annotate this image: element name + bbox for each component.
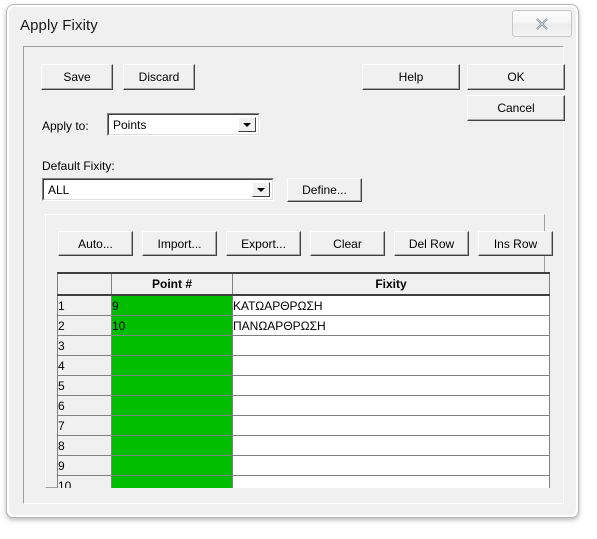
table-row[interactable]: 4 — [57, 355, 550, 376]
del-row-button-label: Del Row — [408, 236, 455, 251]
column-header-rownum[interactable] — [57, 272, 112, 296]
save-button[interactable]: Save — [41, 64, 113, 90]
fixity-cell[interactable] — [232, 395, 550, 416]
fixity-cell[interactable] — [232, 355, 550, 376]
table-row[interactable]: 5 — [57, 375, 550, 396]
point-number-cell[interactable]: 10 — [111, 315, 233, 336]
row-number-cell[interactable]: 4 — [57, 355, 112, 376]
fixity-cell[interactable] — [232, 455, 550, 476]
auto-button[interactable]: Auto... — [58, 231, 133, 256]
row-number-cell[interactable]: 6 — [57, 395, 112, 416]
cancel-button-label: Cancel — [497, 101, 535, 115]
table-row[interactable]: 2 10 ΠΑΝΩΑΡΘΡΩΣΗ — [57, 315, 550, 336]
del-row-button[interactable]: Del Row — [394, 231, 469, 256]
table-row[interactable]: 8 — [57, 435, 550, 456]
fixity-cell[interactable] — [232, 335, 550, 356]
clear-button[interactable]: Clear — [310, 231, 385, 256]
export-button-label: Export... — [241, 236, 286, 251]
help-button-label: Help — [398, 70, 424, 84]
default-fixity-value: ALL — [48, 182, 70, 197]
dialog-client-area: Save Discard Help OK Cancel Apply to: Po… — [23, 46, 565, 504]
fixity-cell[interactable] — [232, 375, 550, 396]
cancel-button[interactable]: Cancel — [467, 95, 565, 121]
window-title: Apply Fixity — [20, 17, 98, 34]
import-button-label: Import... — [157, 236, 202, 251]
define-button[interactable]: Define... — [287, 178, 362, 202]
ok-button[interactable]: OK — [467, 64, 565, 90]
table-row[interactable]: 7 — [57, 415, 550, 436]
point-number-cell[interactable] — [111, 455, 233, 476]
column-header-point[interactable]: Point # — [111, 272, 233, 296]
point-number-cell[interactable] — [111, 355, 233, 376]
auto-button-label: Auto... — [78, 236, 113, 251]
title-bar: Apply Fixity — [7, 5, 580, 45]
point-number-cell[interactable] — [111, 415, 233, 436]
apply-to-value: Points — [113, 117, 147, 132]
define-button-label: Define... — [302, 183, 347, 197]
fixity-cell[interactable]: ΚΑΤΩΑΡΘΡΩΣΗ — [232, 294, 550, 316]
ins-row-button[interactable]: Ins Row — [478, 231, 553, 256]
fixity-cell[interactable] — [232, 435, 550, 456]
clear-button-label: Clear — [333, 236, 362, 251]
default-fixity-label: Default Fixity: — [42, 159, 115, 173]
discard-button[interactable]: Discard — [123, 64, 195, 90]
apply-to-label: Apply to: — [42, 119, 89, 133]
point-number-cell[interactable] — [111, 375, 233, 396]
grid-body: 1 9 ΚΑΤΩΑΡΘΡΩΣΗ 2 10 ΠΑΝΩΑΡΘΡΩΣΗ 3 4 5 6 7 8 9 10 — [57, 294, 550, 488]
apply-to-combo[interactable]: Points — [107, 113, 260, 136]
table-row[interactable]: 9 — [57, 455, 550, 476]
table-row[interactable]: 3 — [57, 335, 550, 356]
row-number-cell[interactable]: 9 — [57, 455, 112, 476]
fixity-grid[interactable]: Point # Fixity 1 9 ΚΑΤΩΑΡΘΡΩΣΗ 2 10 ΠΑΝΩΑΡΘΡΩ… — [57, 272, 550, 488]
row-number-cell[interactable]: 10 — [57, 475, 112, 488]
help-button[interactable]: Help — [362, 64, 460, 90]
row-number-cell[interactable]: 8 — [57, 435, 112, 456]
fixity-cell[interactable]: ΠΑΝΩΑΡΘΡΩΣΗ — [232, 315, 550, 336]
grid-header-row: Point # Fixity — [57, 272, 550, 296]
row-number-cell[interactable]: 7 — [57, 415, 112, 436]
column-header-fixity[interactable]: Fixity — [232, 272, 550, 296]
row-number-cell[interactable]: 3 — [57, 335, 112, 356]
import-button[interactable]: Import... — [142, 231, 217, 256]
chevron-down-icon[interactable] — [252, 182, 270, 197]
point-number-cell[interactable]: 9 — [111, 294, 233, 316]
table-row[interactable]: 6 — [57, 395, 550, 416]
row-number-cell[interactable]: 2 — [57, 315, 112, 336]
chevron-down-icon[interactable] — [238, 117, 256, 132]
table-row[interactable]: 1 9 ΚΑΤΩΑΡΘΡΩΣΗ — [57, 294, 550, 316]
export-button[interactable]: Export... — [226, 231, 301, 256]
point-number-cell[interactable] — [111, 475, 233, 488]
fixity-grid-container[interactable]: Point # Fixity 1 9 ΚΑΤΩΑΡΘΡΩΣΗ 2 10 ΠΑΝΩΑΡΘΡΩ… — [57, 272, 553, 488]
default-fixity-combo[interactable]: ALL — [42, 178, 274, 201]
save-button-label: Save — [63, 70, 91, 84]
row-number-cell[interactable]: 1 — [57, 294, 112, 316]
discard-button-label: Discard — [138, 70, 180, 84]
point-number-cell[interactable] — [111, 395, 233, 416]
ins-row-button-label: Ins Row — [493, 236, 538, 251]
fixity-cell[interactable] — [232, 475, 550, 488]
close-button[interactable] — [512, 10, 572, 37]
point-number-cell[interactable] — [111, 335, 233, 356]
row-number-cell[interactable]: 5 — [57, 375, 112, 396]
ok-button-label: OK — [507, 70, 525, 84]
table-row[interactable]: 10 — [57, 475, 550, 488]
point-number-cell[interactable] — [111, 435, 233, 456]
dialog-window: Apply Fixity Save Discard Help OK Cancel — [6, 4, 579, 518]
fixity-cell[interactable] — [232, 415, 550, 436]
